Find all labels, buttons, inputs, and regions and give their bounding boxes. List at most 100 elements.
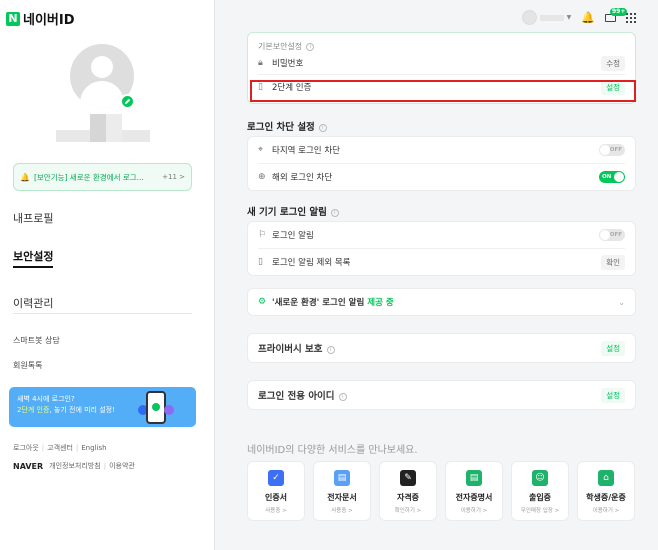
new-env-status: 제공 중 bbox=[367, 298, 394, 308]
service-name: 학생증/운증 bbox=[586, 493, 626, 502]
notice-text: [보안기능] 새로운 환경에서 로그... bbox=[33, 172, 144, 182]
shield-bubble-icon bbox=[164, 405, 174, 415]
two-step-highlight-box bbox=[250, 80, 636, 102]
document-icon: ▤ bbox=[334, 470, 350, 486]
login-alert-row: ⚐ 로그인 알림 OFF bbox=[248, 222, 635, 248]
naver-n-icon: N bbox=[6, 11, 20, 26]
info-icon[interactable]: i bbox=[330, 208, 339, 217]
footer-help[interactable]: 고객센터 bbox=[47, 444, 73, 452]
service-tile[interactable]: ⌂ 학생증/운증이용하기 > bbox=[577, 461, 635, 521]
nav-item-security[interactable]: 보안설정 bbox=[13, 248, 54, 268]
footer-links: 로그아웃 | 고객센터 | English bbox=[13, 444, 107, 452]
overseas-toggle[interactable]: ON bbox=[599, 171, 625, 183]
footer-privacy[interactable]: 개인정보처리방침 bbox=[49, 461, 101, 471]
topbar: ▼ 🔔 99+ bbox=[521, 7, 636, 25]
service-name: 출입증 bbox=[528, 493, 552, 502]
device-icon: ▯ bbox=[258, 257, 263, 267]
service-tile[interactable]: ✓ 인증서사용중 > bbox=[247, 461, 305, 521]
globe-icon: ⊕ bbox=[258, 172, 266, 182]
chevron-down-icon[interactable]: ▼ bbox=[567, 14, 572, 21]
foreign-region-toggle[interactable]: OFF bbox=[599, 144, 625, 156]
info-icon[interactable]: i bbox=[326, 345, 335, 354]
service-sub: 이용하기 > bbox=[592, 508, 620, 514]
mail-badge: 99+ bbox=[610, 7, 628, 16]
lock-icon: 🔒︎ bbox=[258, 58, 263, 68]
security-notice-banner[interactable]: 🔔 [보안기능] 새로운 환경에서 로그... +11 > bbox=[13, 163, 192, 191]
footer-english[interactable]: English bbox=[81, 444, 106, 452]
chevron-down-icon[interactable]: ⌄ bbox=[618, 298, 625, 307]
password-row: 🔒︎ 비밀번호 수정 bbox=[248, 52, 635, 74]
new-env-label: '새로운 환경' 로그인 알림 제공 중 bbox=[272, 298, 394, 308]
service-sub: 이용하기 > bbox=[460, 508, 488, 514]
nav-item-history[interactable]: 이력관리 bbox=[13, 295, 53, 311]
device-alert-card: ⚐ 로그인 알림 OFF ▯ 로그인 알림 제외 목록 확인 bbox=[247, 221, 636, 276]
shield-icon: ✓ bbox=[268, 470, 284, 486]
logo-title: 네이버ID bbox=[23, 13, 75, 28]
sidebar-nav: 내프로필 보안설정 이력관리 bbox=[13, 210, 54, 330]
phone-icon bbox=[146, 391, 166, 424]
footer-terms[interactable]: 이용약관 bbox=[109, 461, 135, 471]
privacy-setup-button[interactable]: 설정 bbox=[601, 340, 625, 356]
exclude-check-button[interactable]: 확인 bbox=[601, 254, 625, 270]
basic-security-label: 기본보안설정 i bbox=[248, 33, 635, 52]
service-tile[interactable]: ✎ 자격증확인하기 > bbox=[379, 461, 437, 521]
service-tile[interactable]: ▤ 전자증명서이용하기 > bbox=[445, 461, 503, 521]
service-name: 자격증 bbox=[396, 493, 420, 502]
login-alert-label: 로그인 알림 bbox=[272, 231, 314, 241]
info-icon[interactable]: i bbox=[306, 42, 315, 51]
bell-icon: 🔔 bbox=[20, 172, 30, 182]
new-env-icon: ⚙ bbox=[258, 297, 267, 307]
nav-item-profile[interactable]: 내프로필 bbox=[13, 210, 53, 226]
services-row: ✓ 인증서사용중 > ▤ 전자문서사용중 > ✎ 자격증확인하기 > ▤ 전자증명서이용하기 … bbox=[247, 461, 635, 521]
badge-icon: ☺ bbox=[532, 470, 548, 486]
sub-nav-smartbot[interactable]: 스마트봇 상담 bbox=[13, 335, 60, 346]
footer-logout[interactable]: 로그아웃 bbox=[13, 444, 39, 452]
info-icon[interactable]: i bbox=[318, 123, 327, 132]
service-tile[interactable]: ☺ 출입증무인매장 입장 > bbox=[511, 461, 569, 521]
user-name-blurred[interactable] bbox=[539, 14, 564, 21]
info-icon[interactable]: i bbox=[338, 392, 347, 401]
service-name: 전자문서 bbox=[327, 493, 357, 502]
alert-icon: ⚐ bbox=[258, 230, 267, 240]
service-name: 인증서 bbox=[264, 493, 288, 502]
certificate-icon: ✎ bbox=[400, 470, 416, 486]
overseas-label: 해외 로그인 차단 bbox=[272, 173, 333, 183]
promo-banner[interactable]: 새벽 4시에 로그인? 2단계 인증, 놓기 전에 미리 설정! bbox=[9, 387, 196, 427]
password-label: 비밀번호 bbox=[272, 59, 304, 69]
notification-bell-icon[interactable]: 🔔 bbox=[581, 11, 595, 24]
naver-id-logo[interactable]: N 네이버ID bbox=[6, 9, 75, 28]
service-tile[interactable]: ▤ 전자문서사용중 > bbox=[313, 461, 371, 521]
exclude-row: ▯ 로그인 알림 제외 목록 확인 bbox=[248, 249, 635, 275]
services-title: 네이버ID의 다양한 서비스를 만나보세요. bbox=[247, 445, 418, 456]
password-edit-button[interactable]: 수정 bbox=[601, 55, 625, 71]
device-alert-title: 새 기기 로그인 알림 i bbox=[247, 204, 339, 218]
login-only-id-setup-button[interactable]: 설정 bbox=[601, 387, 625, 403]
e-certificate-icon: ▤ bbox=[466, 470, 482, 486]
login-block-title: 로그인 차단 설정 i bbox=[247, 119, 327, 133]
login-only-id-card: 로그인 전용 아이디 i 설정 bbox=[247, 380, 636, 410]
mail-icon[interactable]: 99+ bbox=[605, 7, 628, 22]
apps-grid-icon[interactable] bbox=[626, 12, 636, 23]
sidebar: N 네이버ID 🔔 [보안기능] 새로운 환경에서 로그... +11 > 내프… bbox=[0, 0, 215, 550]
exclude-label: 로그인 알림 제외 목록 bbox=[272, 258, 351, 268]
login-alert-toggle[interactable]: OFF bbox=[599, 229, 625, 241]
service-sub: 사용중 > bbox=[265, 508, 287, 514]
user-avatar-icon[interactable] bbox=[521, 10, 537, 25]
privacy-card: 프라이버시 보호 i 설정 bbox=[247, 333, 636, 363]
service-sub: 사용중 > bbox=[331, 508, 353, 514]
profile-name-blurred bbox=[56, 114, 150, 142]
privacy-label: 프라이버시 보호 i bbox=[258, 341, 601, 355]
service-name: 전자증명서 bbox=[455, 493, 493, 502]
footer-legal: NAVER 개인정보처리방침 | 이용약관 bbox=[13, 461, 135, 471]
edit-profile-icon[interactable] bbox=[120, 94, 135, 109]
sub-nav-talktalk[interactable]: 회원톡톡 bbox=[13, 360, 60, 371]
notice-count: +11 > bbox=[162, 173, 185, 181]
login-block-card: ⌖ 타지역 로그인 차단 OFF ⊕ 해외 로그인 차단 ON bbox=[247, 136, 636, 191]
login-only-id-label: 로그인 전용 아이디 i bbox=[258, 388, 601, 402]
location-pin-icon: ⌖ bbox=[258, 145, 264, 155]
sidebar-divider bbox=[13, 313, 192, 314]
service-sub: 무인매장 입장 > bbox=[520, 508, 560, 514]
new-env-card[interactable]: ⚙ '새로운 환경' 로그인 알림 제공 중 ⌄ bbox=[247, 288, 636, 316]
building-icon: ⌂ bbox=[598, 470, 614, 486]
service-sub: 확인하기 > bbox=[394, 508, 422, 514]
